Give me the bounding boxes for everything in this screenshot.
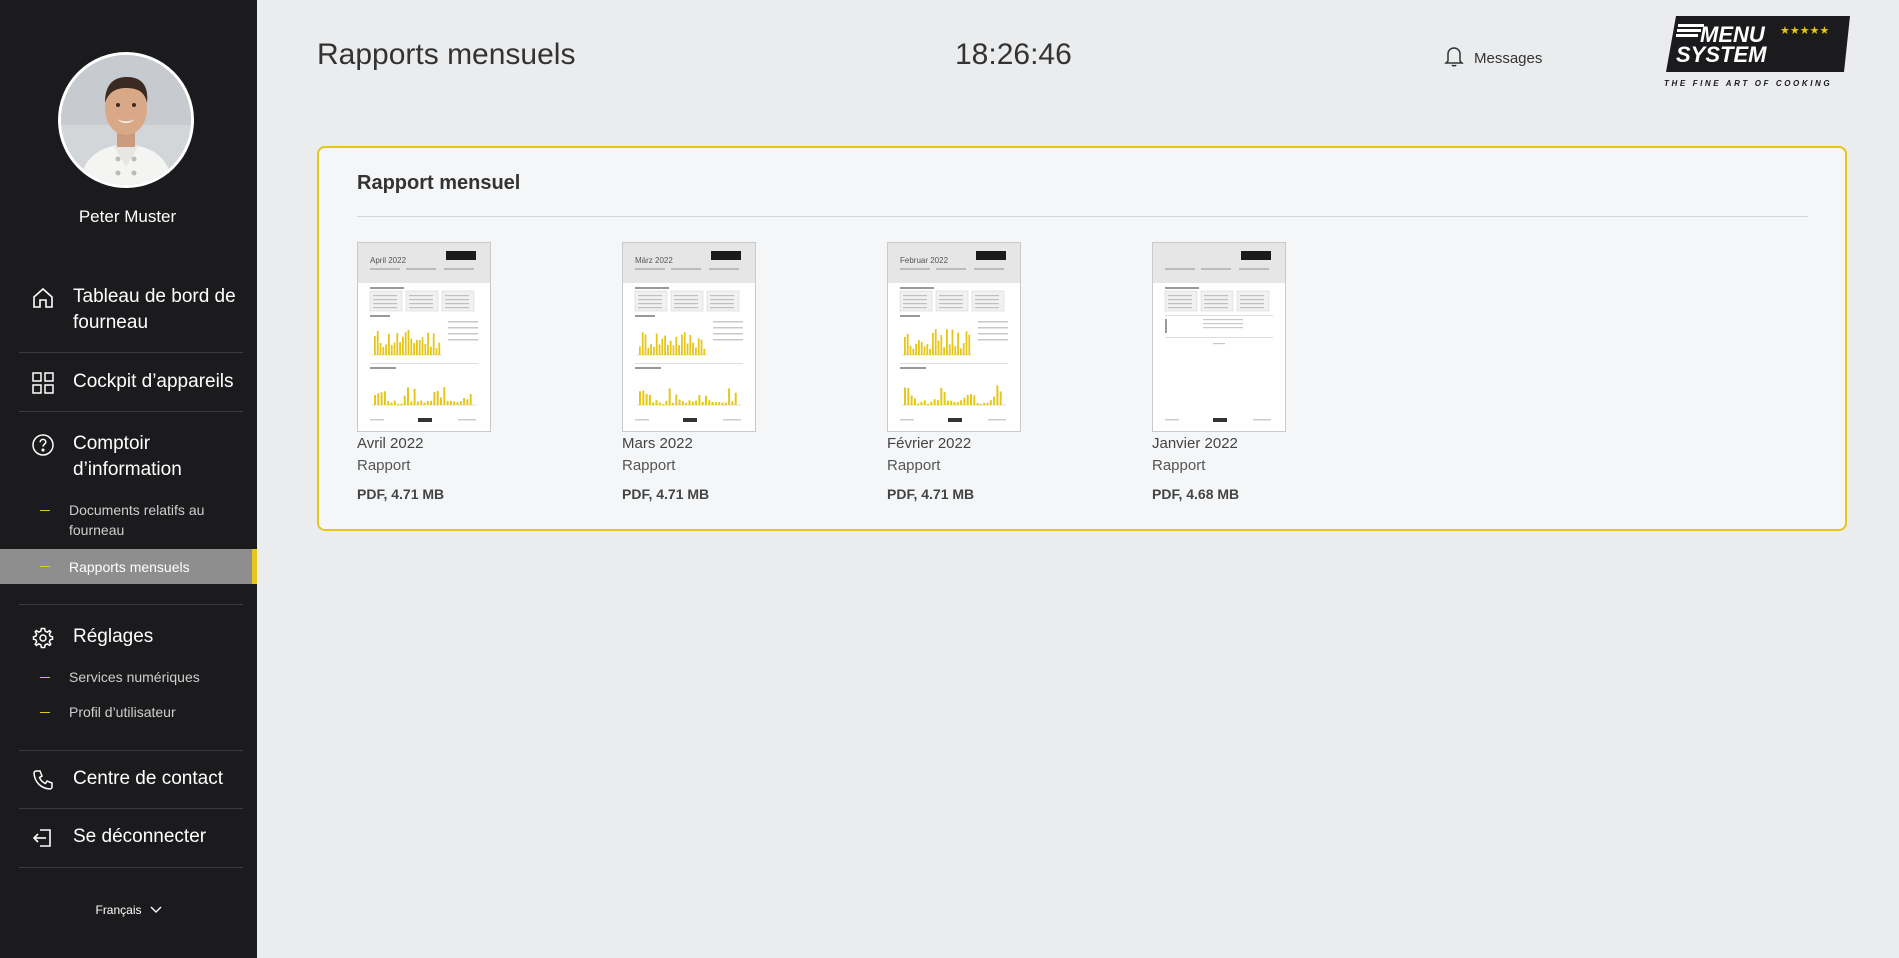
report-item[interactable]: Janvier 2022 Rapport PDF, 4.68 MB [1152,242,1352,503]
nav-info[interactable]: Comptoir d’information [19,431,243,483]
divider [19,867,243,868]
report-thumbnail[interactable] [1152,242,1286,432]
nav-contact-label: Centre de contact [73,768,223,789]
nav-contact[interactable]: Centre de contact [19,766,243,794]
svg-text:April 2022: April 2022 [370,256,407,265]
sidebar: Peter Muster Tableau de bord de fourneau… [0,0,257,958]
language-label: Français [95,903,142,917]
chevron-down-icon [150,903,162,917]
report-preview: Februar 2022 [888,243,1020,422]
nav-settings-label: Réglages [73,626,154,647]
nav-cockpit-label: Cockpit d’appareils [73,371,234,392]
divider [19,750,243,751]
nav-dashboard[interactable]: Tableau de bord de fourneau [19,284,243,336]
sidebar-item-monthly-reports-label: Rapports mensuels [69,558,190,575]
grid-icon [29,369,57,397]
report-name: Avril 2022 [357,435,424,452]
logo-tagline: THE FINE ART OF COOKING [1664,79,1832,88]
report-item[interactable]: Februar 2022 Février 2022 Rapport PDF, 4… [887,242,1087,503]
svg-text:März 2022: März 2022 [635,256,673,265]
report-name: Mars 2022 [622,435,693,452]
sidebar-item-user-profile[interactable]: Profil d’utilisateur [0,702,257,722]
report-size: PDF, 4.71 MB [622,486,710,502]
report-preview: April 2022 [358,243,490,422]
report-thumbnail[interactable]: Februar 2022 [887,242,1021,432]
report-name: Février 2022 [887,435,972,452]
report-preview [1153,243,1285,422]
divider [19,808,243,809]
report-thumbnail[interactable]: April 2022 [357,242,491,432]
report-name: Janvier 2022 [1152,435,1238,452]
report-item[interactable]: April 2022 Avril 2022 Rapport PDF, 4.71 … [357,242,557,503]
nav-cockpit[interactable]: Cockpit d’appareils [19,369,243,397]
messages-label: Messages [1474,49,1543,67]
sidebar-item-user-profile-label: Profil d’utilisateur [69,704,176,720]
report-type: Rapport [622,457,676,474]
home-icon [29,284,57,312]
report-item[interactable]: März 2022 Mars 2022 Rapport PDF, 4.71 MB [622,242,822,503]
report-preview: März 2022 [623,243,755,422]
menu-system-logo: MENU SYSTEM ★★★★★ THE FINE ART OF COOKIN… [1664,14,1850,90]
card-divider [357,216,1808,217]
sidebar-item-digital-services[interactable]: Services numériques [0,667,257,687]
nav-settings[interactable]: Réglages [19,624,243,652]
dash-marker [40,566,50,567]
card-title: Rapport mensuel [357,172,521,194]
logout-icon [29,824,57,852]
report-type: Rapport [1152,457,1206,474]
nav-info-label: Comptoir d’information [73,433,182,480]
divider [19,352,243,353]
help-circle-icon [29,431,57,459]
avatar[interactable] [58,52,194,188]
language-selector[interactable]: Français [0,903,257,917]
sidebar-item-documents-label: Documents relatifs au fourneau [69,502,205,538]
logo-stars: ★★★★★ [1780,24,1829,37]
page-title: Rapports mensuels [317,38,576,71]
dash-marker [40,712,50,713]
report-size: PDF, 4.68 MB [1152,486,1240,502]
report-type: Rapport [887,457,941,474]
clock: 18:26:46 [955,38,1072,71]
sidebar-item-monthly-reports[interactable]: Rapports mensuels [0,549,257,584]
gear-icon [29,624,57,652]
monthly-report-card: Rapport mensuel April 2022 Avril 2022 Ra… [317,146,1847,531]
divider [19,411,243,412]
divider [19,604,243,605]
logo-line2: SYSTEM [1676,42,1767,67]
user-name: Peter Muster [78,207,177,226]
bell-icon [1444,45,1464,71]
report-type: Rapport [357,457,411,474]
report-size: PDF, 4.71 MB [887,486,975,502]
nav-logout-label: Se déconnecter [73,826,207,847]
phone-icon [29,766,57,794]
sidebar-item-documents[interactable]: Documents relatifs au fourneau [0,500,257,540]
nav-dashboard-label: Tableau de bord de fourneau [73,286,236,333]
report-thumbnail[interactable]: März 2022 [622,242,756,432]
dash-marker [40,510,50,511]
svg-text:Februar 2022: Februar 2022 [900,256,949,265]
sidebar-item-digital-services-label: Services numériques [69,669,200,685]
messages-button[interactable]: Messages [1444,45,1542,71]
dash-marker [40,677,50,678]
nav-logout[interactable]: Se déconnecter [19,824,243,852]
report-size: PDF, 4.71 MB [357,486,445,502]
